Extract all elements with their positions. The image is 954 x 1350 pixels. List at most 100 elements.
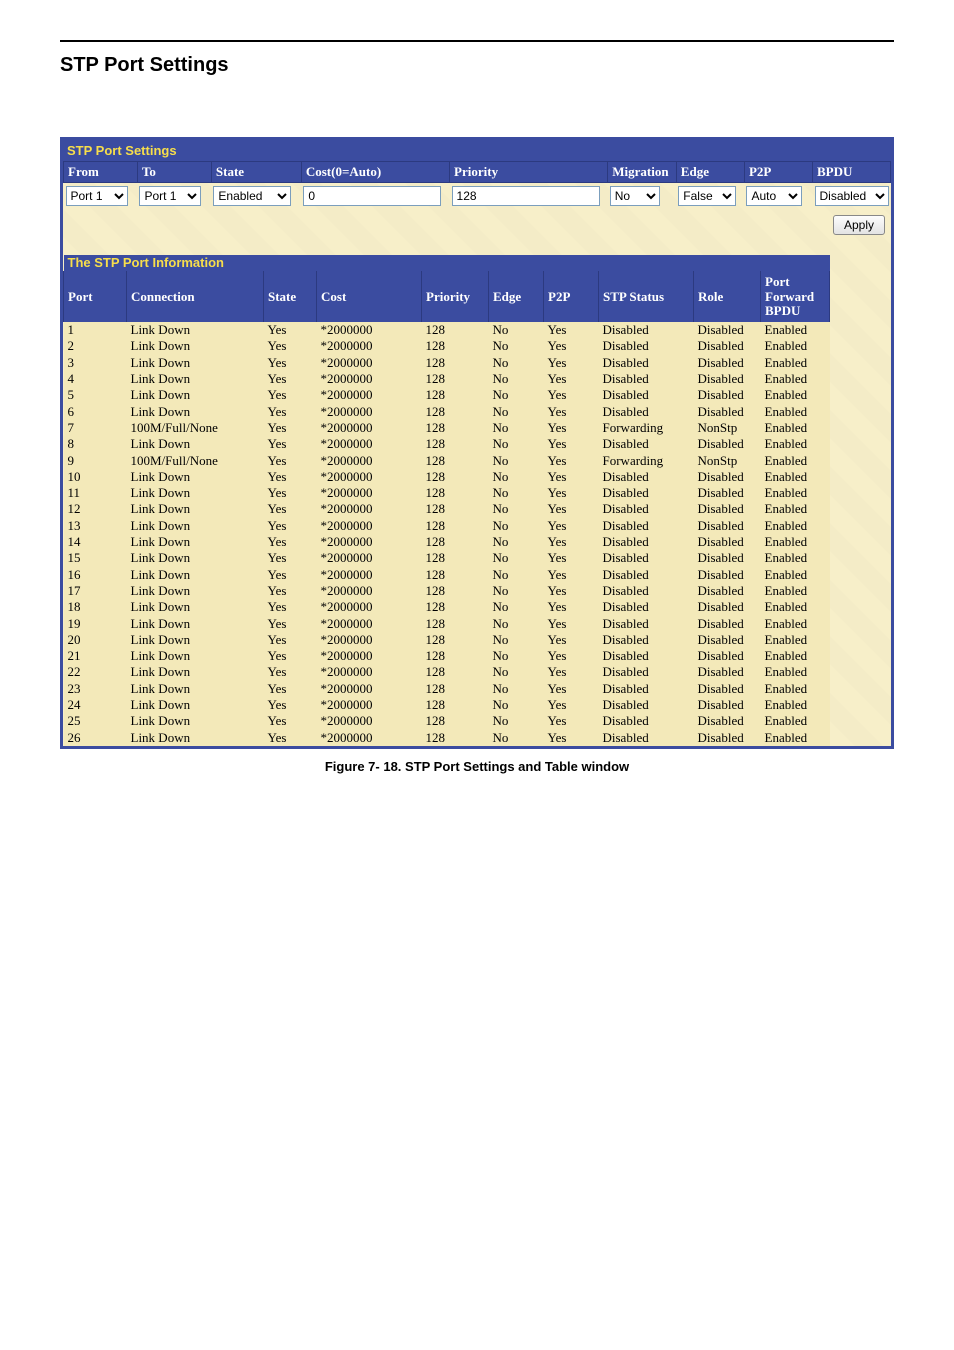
table-cell: 21: [64, 648, 127, 664]
table-cell: Disabled: [599, 730, 694, 746]
table-cell: No: [489, 371, 544, 387]
panel2-title: The STP Port Information: [64, 255, 830, 271]
table-cell: Yes: [264, 387, 317, 403]
table-cell: Disabled: [599, 664, 694, 680]
bpdu-select[interactable]: Disabled: [815, 186, 889, 206]
table-cell: Disabled: [599, 534, 694, 550]
table-cell: Link Down: [127, 567, 264, 583]
table-cell: Yes: [264, 501, 317, 517]
table-cell: No: [489, 534, 544, 550]
table-cell: Disabled: [694, 730, 761, 746]
ihdr-cost: Cost: [317, 271, 422, 322]
table-row: 22Link DownYes*2000000128NoYesDisabledDi…: [64, 664, 830, 680]
table-cell: Yes: [264, 420, 317, 436]
hdr-priority: Priority: [450, 162, 608, 183]
table-cell: *2000000: [317, 599, 422, 615]
table-cell: Disabled: [599, 518, 694, 534]
table-row: 11Link DownYes*2000000128NoYesDisabledDi…: [64, 485, 830, 501]
table-cell: Link Down: [127, 387, 264, 403]
table-cell: 128: [422, 567, 489, 583]
table-cell: Disabled: [694, 697, 761, 713]
table-cell: *2000000: [317, 420, 422, 436]
table-cell: 26: [64, 730, 127, 746]
table-cell: Yes: [544, 485, 599, 501]
table-cell: Enabled: [761, 713, 830, 729]
priority-input[interactable]: [452, 186, 600, 206]
table-cell: *2000000: [317, 518, 422, 534]
table-cell: *2000000: [317, 730, 422, 746]
table-cell: Yes: [264, 713, 317, 729]
table-cell: 12: [64, 501, 127, 517]
table-cell: Disabled: [694, 616, 761, 632]
table-cell: *2000000: [317, 469, 422, 485]
table-cell: 25: [64, 713, 127, 729]
table-cell: Enabled: [761, 485, 830, 501]
table-cell: Disabled: [599, 713, 694, 729]
table-cell: 128: [422, 371, 489, 387]
table-cell: 128: [422, 648, 489, 664]
table-cell: *2000000: [317, 355, 422, 371]
table-row: 7100M/Full/NoneYes*2000000128NoYesForwar…: [64, 420, 830, 436]
table-cell: 11: [64, 485, 127, 501]
edge-select[interactable]: False: [678, 186, 736, 206]
hdr-edge: Edge: [676, 162, 744, 183]
table-cell: Enabled: [761, 583, 830, 599]
table-cell: Enabled: [761, 567, 830, 583]
table-cell: Disabled: [599, 469, 694, 485]
table-cell: Yes: [264, 697, 317, 713]
table-cell: Yes: [544, 567, 599, 583]
table-cell: Yes: [544, 713, 599, 729]
table-cell: Yes: [264, 648, 317, 664]
table-cell: Link Down: [127, 355, 264, 371]
table-cell: Link Down: [127, 371, 264, 387]
table-cell: No: [489, 648, 544, 664]
table-cell: Link Down: [127, 697, 264, 713]
table-cell: 128: [422, 681, 489, 697]
table-cell: 7: [64, 420, 127, 436]
table-cell: *2000000: [317, 436, 422, 452]
table-cell: Enabled: [761, 697, 830, 713]
table-cell: Link Down: [127, 664, 264, 680]
table-cell: Yes: [544, 534, 599, 550]
table-cell: Enabled: [761, 338, 830, 354]
table-row: 2Link DownYes*2000000128NoYesDisabledDis…: [64, 338, 830, 354]
table-row: 14Link DownYes*2000000128NoYesDisabledDi…: [64, 534, 830, 550]
table-cell: Disabled: [599, 387, 694, 403]
apply-button[interactable]: Apply: [833, 215, 885, 235]
ihdr-conn: Connection: [127, 271, 264, 322]
state-select[interactable]: Enabled: [213, 186, 291, 206]
ihdr-state: State: [264, 271, 317, 322]
table-cell: Disabled: [599, 371, 694, 387]
table-cell: *2000000: [317, 371, 422, 387]
table-row: 21Link DownYes*2000000128NoYesDisabledDi…: [64, 648, 830, 664]
table-cell: Disabled: [599, 436, 694, 452]
table-row: 18Link DownYes*2000000128NoYesDisabledDi…: [64, 599, 830, 615]
table-cell: *2000000: [317, 583, 422, 599]
table-cell: Disabled: [599, 681, 694, 697]
table-cell: Disabled: [599, 616, 694, 632]
table-cell: Disabled: [694, 436, 761, 452]
table-cell: 128: [422, 322, 489, 338]
table-cell: Yes: [544, 387, 599, 403]
from-select[interactable]: Port 1: [66, 186, 128, 206]
table-cell: Enabled: [761, 387, 830, 403]
hdr-state: State: [211, 162, 301, 183]
table-cell: 15: [64, 550, 127, 566]
table-cell: Yes: [544, 616, 599, 632]
table-cell: Yes: [264, 599, 317, 615]
migration-select[interactable]: No: [610, 186, 660, 206]
table-cell: 128: [422, 469, 489, 485]
table-cell: Yes: [544, 453, 599, 469]
table-cell: Enabled: [761, 534, 830, 550]
p2p-select[interactable]: Auto: [746, 186, 802, 206]
table-cell: Yes: [544, 632, 599, 648]
table-row: 24Link DownYes*2000000128NoYesDisabledDi…: [64, 697, 830, 713]
ihdr-role: Role: [694, 271, 761, 322]
table-cell: 100M/Full/None: [127, 420, 264, 436]
cost-input[interactable]: [303, 186, 441, 206]
table-cell: Yes: [544, 371, 599, 387]
table-cell: *2000000: [317, 501, 422, 517]
table-cell: 128: [422, 436, 489, 452]
table-cell: Disabled: [694, 583, 761, 599]
to-select[interactable]: Port 1: [139, 186, 201, 206]
